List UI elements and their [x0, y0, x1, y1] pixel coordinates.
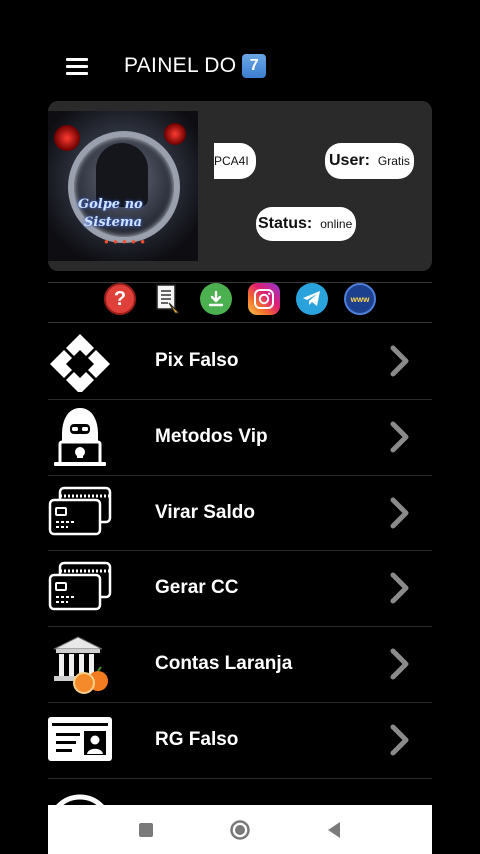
menu-item-virar-saldo[interactable]: Virar Saldo: [48, 476, 432, 552]
recents-square-icon[interactable]: [134, 818, 158, 842]
cards-icon: [48, 557, 112, 619]
home-circle-icon[interactable]: [228, 818, 252, 842]
menu-item-contas-laranja[interactable]: Contas Laranja: [48, 627, 432, 703]
key-pill: PCA4I: [214, 143, 256, 179]
menu-item-pix-falso[interactable]: Pix Falso: [48, 324, 432, 400]
menu-item-rg-falso[interactable]: RG Falso: [48, 703, 432, 779]
user-label: User:: [329, 152, 370, 169]
quick-actions-row: ? www: [48, 282, 432, 316]
instagram-icon[interactable]: [248, 283, 280, 315]
system-navigation-bar: [48, 805, 432, 854]
status-label: Status:: [258, 215, 313, 232]
hamburger-menu-icon[interactable]: [66, 56, 90, 76]
menu-list: Pix Falso Metodos Vip Virar Saldo Gerar …: [48, 324, 432, 819]
page-title: PAINEL DO 7: [124, 54, 267, 78]
menu-item-label: Gerar CC: [155, 577, 239, 599]
chevron-right-icon: [388, 420, 412, 454]
id-card-icon: [48, 709, 112, 771]
menu-item-label: Pix Falso: [155, 350, 239, 371]
telegram-icon[interactable]: [296, 283, 328, 315]
cards-icon: [48, 482, 112, 544]
chevron-right-icon: [388, 723, 412, 757]
status-value: online: [320, 217, 353, 231]
back-triangle-icon[interactable]: [322, 818, 346, 842]
www-icon[interactable]: www: [344, 283, 376, 315]
chevron-right-icon: [388, 647, 412, 681]
chevron-right-icon: [388, 496, 412, 530]
user-value: Gratis: [377, 154, 410, 168]
help-icon[interactable]: ?: [104, 283, 136, 315]
document-icon[interactable]: [152, 283, 184, 315]
chevron-right-icon: [388, 571, 412, 605]
page-title-text: PAINEL DO: [124, 54, 237, 77]
menu-item-label: Metodos Vip: [155, 425, 268, 447]
banner-caption-line1: Golpe no: [78, 197, 143, 212]
seven-badge-icon: 7: [242, 54, 267, 78]
key-value: PCA4I: [214, 154, 249, 168]
chevron-right-icon: [388, 344, 412, 378]
user-pill: User: Gratis: [325, 143, 414, 179]
pix-icon: [48, 330, 112, 394]
menu-item-gerar-cc[interactable]: Gerar CC: [48, 551, 432, 628]
menu-item-label: RG Falso: [155, 728, 239, 750]
download-icon[interactable]: [200, 283, 232, 315]
menu-item-label: Contas Laranja: [155, 653, 293, 675]
profile-banner-image: Golpe no Sistema ● ● ● ● ●: [48, 111, 198, 261]
status-pill: Status: online: [256, 207, 356, 241]
hacker-icon: [48, 406, 112, 468]
menu-item-label: Virar Saldo: [155, 501, 255, 523]
top-app-bar: PAINEL DO 7: [0, 40, 480, 96]
bank-orange-icon: [48, 633, 112, 695]
menu-item-metodos-vip[interactable]: Metodos Vip: [48, 400, 432, 476]
profile-card: Golpe no Sistema ● ● ● ● ● PCA4I User: G…: [48, 101, 432, 271]
divider: [48, 322, 432, 323]
banner-caption-line2: Sistema: [84, 215, 143, 230]
